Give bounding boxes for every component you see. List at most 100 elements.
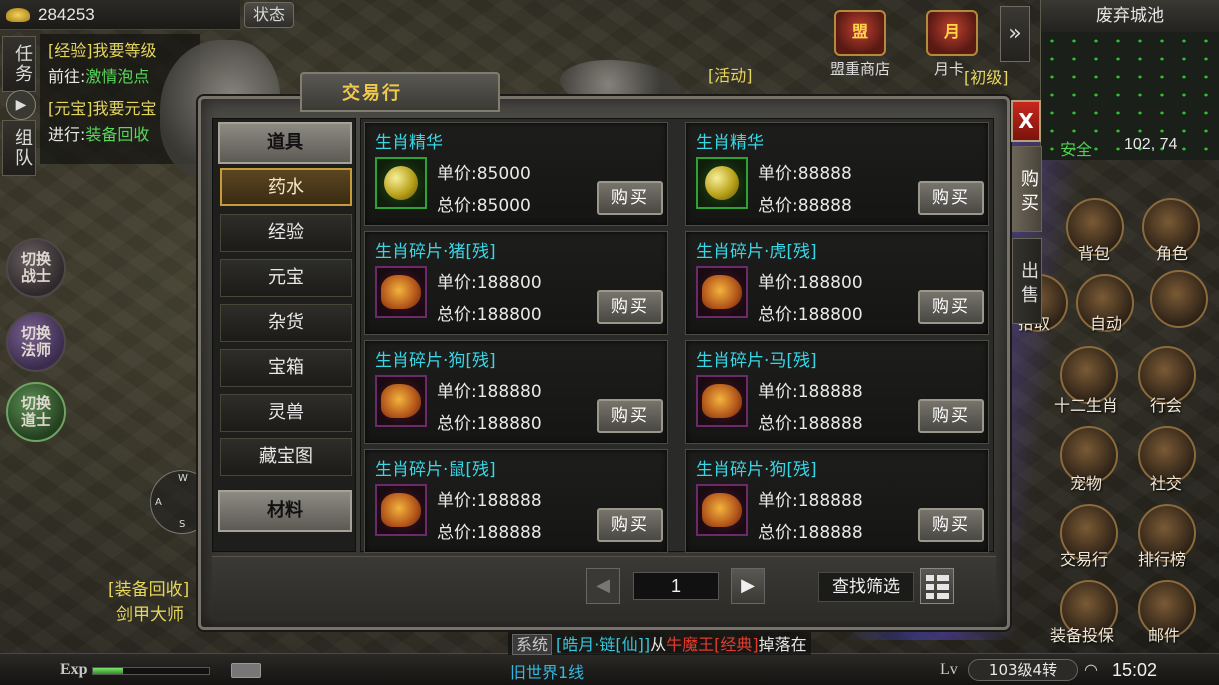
tab-sell[interactable]: 出售 [1012, 238, 1042, 324]
category-header-items[interactable]: 道具 [218, 122, 352, 164]
total-price: 总价:188800 [437, 300, 542, 325]
total-price-value: 188888 [476, 523, 542, 543]
item-name: 生肖碎片·鼠[残] [375, 460, 496, 480]
buy-button[interactable]: 购买 [597, 181, 663, 215]
listing-card[interactable]: 生肖碎片·马[残] 单价:188888 总价:188888 购买 [685, 340, 989, 444]
zodiac-horse-shard-icon[interactable] [696, 375, 748, 427]
category-chest[interactable]: 宝箱 [220, 349, 352, 387]
search-filter-button[interactable]: 查找筛选 [818, 572, 914, 602]
category-misc[interactable]: 杂货 [220, 304, 352, 342]
buy-button[interactable]: 购买 [918, 399, 984, 433]
bag-label: 背包 [1078, 244, 1111, 263]
item-name: 生肖碎片·猪[残] [375, 242, 496, 262]
chat-suffix: 掉落在 [758, 635, 807, 654]
npc-title[interactable]: [装备回收] [108, 575, 189, 600]
zodiac-tiger-shard-icon[interactable] [696, 266, 748, 318]
buy-button[interactable]: 购买 [597, 508, 663, 542]
total-price-value: 188888 [797, 414, 863, 434]
total-price-label: 总价: [437, 305, 477, 325]
listing-card[interactable]: 生肖碎片·鼠[残] 单价:188888 总价:188888 购买 [364, 449, 668, 553]
close-button[interactable]: X [1011, 100, 1041, 142]
switch-mage-button[interactable]: 切换 法师 [6, 312, 66, 372]
quest-target-link[interactable]: 装备回收 [85, 125, 149, 144]
unit-price-label: 单价: [437, 164, 477, 184]
listing-card[interactable]: 生肖精华 单价:85000 总价:85000 购买 [364, 122, 668, 226]
alliance-shop-label: 盟重商店 [830, 60, 891, 78]
zodiac-essence-icon[interactable] [696, 157, 748, 209]
switch-taoist-button[interactable]: 切换 道士 [6, 382, 66, 442]
total-price: 总价:188888 [758, 518, 863, 543]
unit-price-label: 单价: [437, 273, 477, 293]
switch-warrior-button[interactable]: 切换 战士 [6, 238, 66, 298]
item-name: 生肖碎片·虎[残] [696, 242, 817, 262]
list-view-icon[interactable] [920, 568, 954, 604]
quest-prefix: 进行: [48, 125, 86, 144]
mail-label: 邮件 [1148, 626, 1181, 645]
team-tab[interactable]: 组队 [2, 120, 36, 176]
total-price: 总价:85000 [437, 191, 531, 216]
collapse-arrow-icon[interactable]: » [1000, 6, 1030, 62]
total-price: 总价:188888 [437, 518, 542, 543]
listing-card[interactable]: 生肖碎片·虎[残] 单价:188800 总价:188800 购买 [685, 231, 989, 335]
battery-icon [231, 663, 261, 678]
zodiac-rat-shard-icon[interactable] [375, 484, 427, 536]
status-button[interactable]: 状态 [244, 2, 294, 28]
total-price: 总价:88888 [758, 191, 852, 216]
chat-boss-name[interactable]: 牛魔王[经典] [666, 635, 759, 654]
unit-price: 单价:85000 [437, 159, 531, 184]
rank-label: [初级] [964, 68, 1009, 87]
page-number[interactable]: 1 [633, 572, 719, 600]
alliance-shop-icon[interactable]: 盟 [834, 10, 886, 56]
server-name: 旧世界1线 [510, 663, 585, 682]
zodiac-dog-shard-icon[interactable] [696, 484, 748, 536]
listing-card[interactable]: 生肖碎片·猪[残] 单价:188800 总价:188800 购买 [364, 231, 668, 335]
unit-price: 单价:188888 [758, 486, 863, 511]
unit-price-value: 88888 [797, 164, 852, 184]
total-price: 总价:188880 [437, 409, 542, 434]
listing-card[interactable]: 生肖碎片·狗[残] 单价:188888 总价:188888 购买 [685, 449, 989, 553]
clock: 15:02 [1112, 660, 1158, 680]
item-name: 生肖碎片·狗[残] [696, 460, 817, 480]
prev-page-button[interactable]: ◀ [586, 568, 620, 604]
zodiac-essence-icon[interactable] [375, 157, 427, 209]
quest-target-link[interactable]: 激情泡点 [85, 67, 149, 86]
zodiac-dog-shard-icon[interactable] [375, 375, 427, 427]
play-icon[interactable]: ▶ [6, 90, 36, 120]
zodiac-pig-shard-icon[interactable] [375, 266, 427, 318]
buy-button[interactable]: 购买 [918, 508, 984, 542]
pet-label: 宠物 [1070, 474, 1103, 493]
switch-mage-label: 切换 法师 [20, 324, 51, 359]
category-spirit-beast[interactable]: 灵兽 [220, 394, 352, 432]
unit-price: 单价:188888 [437, 486, 542, 511]
category-exp[interactable]: 经验 [220, 214, 352, 252]
category-header-materials[interactable]: 材料 [218, 490, 352, 532]
category-potion[interactable]: 药水 [220, 168, 352, 206]
listing-card[interactable]: 生肖精华 单价:88888 总价:88888 购买 [685, 122, 989, 226]
category-ingot[interactable]: 元宝 [220, 259, 352, 297]
activity-label: [活动] [708, 66, 753, 85]
total-price-label: 总价: [758, 414, 798, 434]
total-price-value: 188880 [476, 414, 542, 434]
item-name: 生肖精华 [696, 133, 764, 153]
buy-button[interactable]: 购买 [918, 290, 984, 324]
next-page-button[interactable]: ▶ [731, 568, 765, 604]
buy-button[interactable]: 购买 [597, 290, 663, 324]
exp-fill [93, 668, 124, 674]
npc-name[interactable]: 剑甲大师 [116, 600, 184, 625]
buy-button[interactable]: 购买 [918, 181, 984, 215]
unit-price-label: 单价: [437, 491, 477, 511]
unit-price: 单价:88888 [758, 159, 852, 184]
unit-price: 单价:188800 [437, 268, 542, 293]
listing-card[interactable]: 生肖碎片·狗[残] 单价:188880 总价:188880 购买 [364, 340, 668, 444]
grid-menu-icon[interactable] [1150, 270, 1208, 328]
total-price-label: 总价: [437, 523, 477, 543]
task-tab[interactable]: 任务 [2, 36, 36, 92]
exp-label: Exp [60, 661, 88, 678]
category-treasure-map[interactable]: 藏宝图 [220, 438, 352, 476]
buy-button[interactable]: 购买 [597, 399, 663, 433]
monthly-card-icon[interactable]: 月 [926, 10, 978, 56]
system-chat-line[interactable]: 系统 [皓月·链[仙]]从牛魔王[经典]掉落在 [508, 631, 811, 655]
tab-buy[interactable]: 购买 [1012, 146, 1042, 232]
quest-tag: [经验]我要等级 [48, 41, 157, 60]
chat-player-name[interactable]: [皓月·链[仙]] [556, 635, 650, 654]
